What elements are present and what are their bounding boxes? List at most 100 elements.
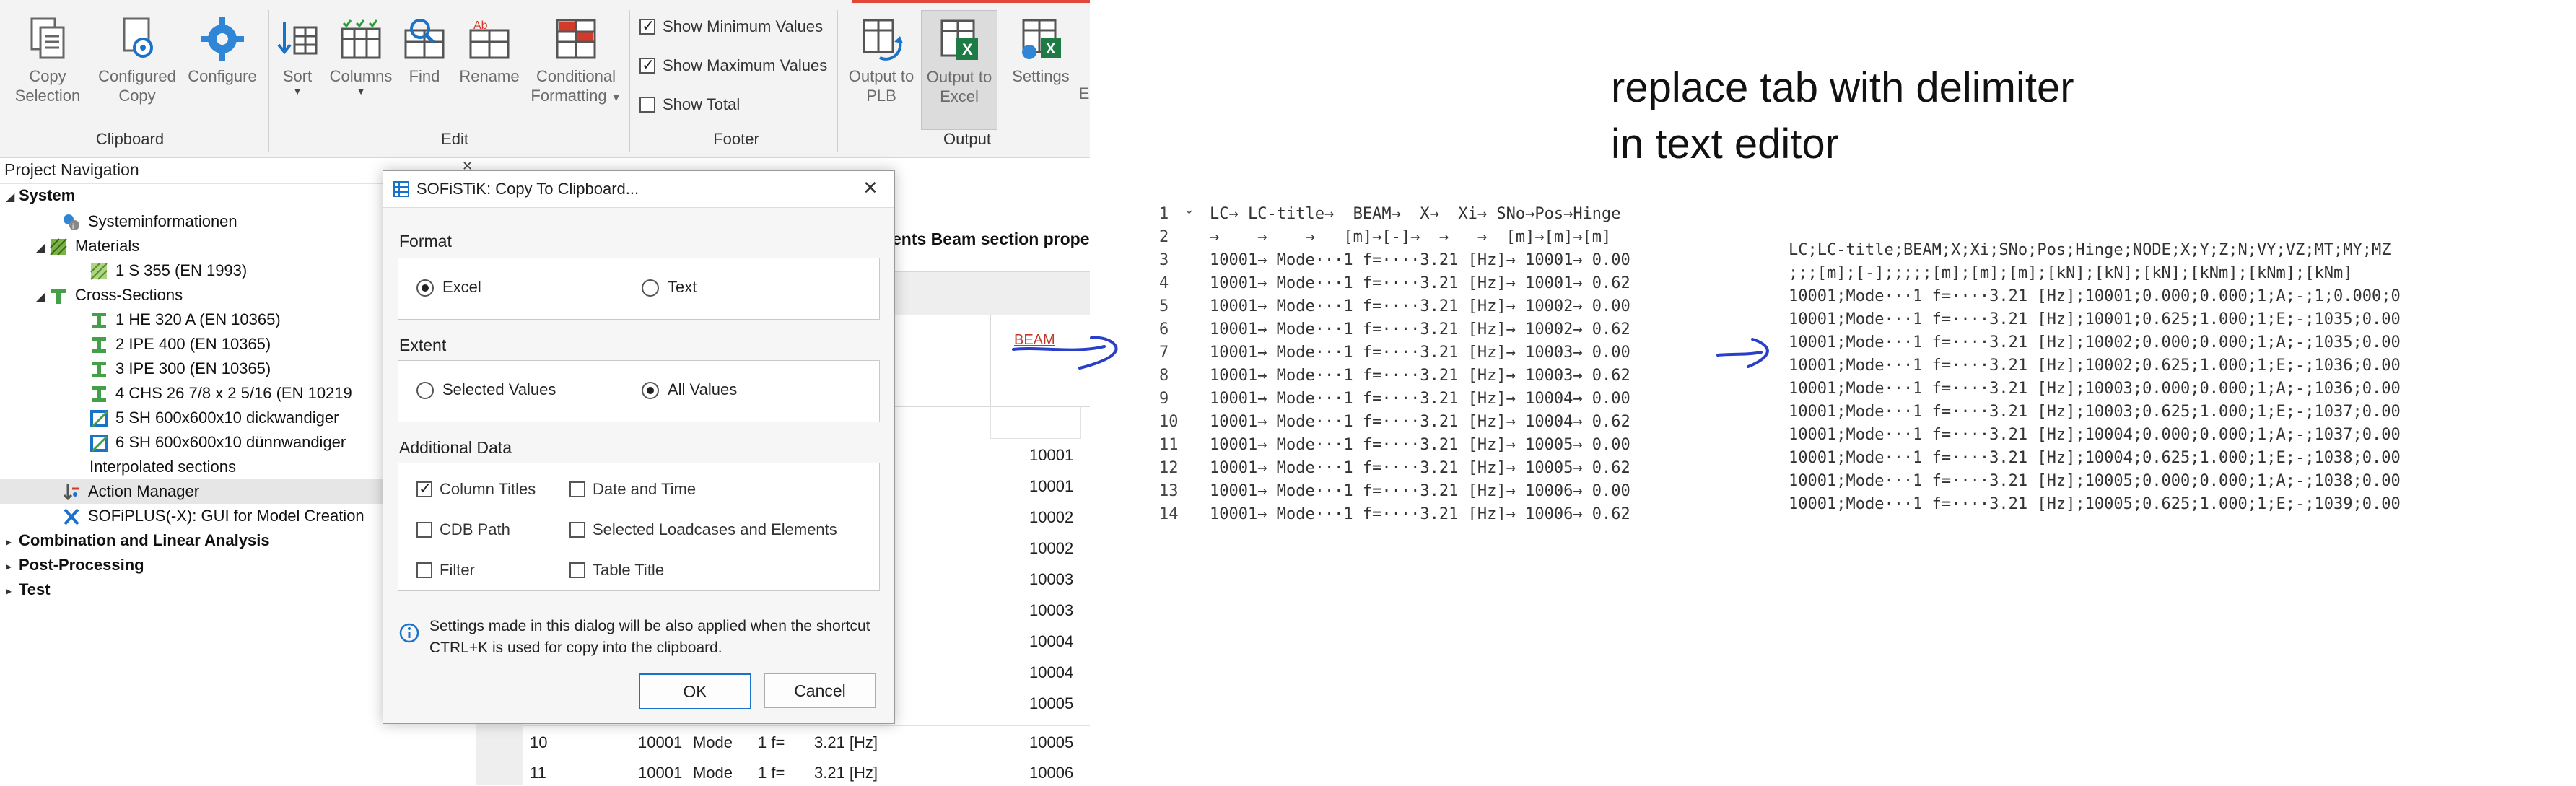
- checkbox-checked-icon: [639, 56, 655, 74]
- output-to-plb-button[interactable]: Output to PLB: [842, 16, 921, 105]
- sort-button[interactable]: Sort ▼: [268, 16, 326, 96]
- editor-line: 10001→ Mode···1 f=····3.21 [Hz]→ 10006→ …: [1210, 482, 1630, 500]
- extent-all-label: All Values: [668, 380, 738, 398]
- tree-label: 1 HE 320 A (EN 10365): [115, 310, 281, 328]
- radio-unselected-icon: [416, 382, 434, 400]
- more-output-button[interactable]: E: [1078, 84, 1090, 103]
- edit-group-label: Edit: [441, 130, 468, 148]
- configure-button[interactable]: Configure: [186, 16, 258, 86]
- table-row[interactable]: 10 10001 Mode 1 f= 3.21 [Hz] 10005: [523, 725, 1090, 756]
- format-text-radio[interactable]: Text: [642, 278, 697, 297]
- tree-label: Systeminformationen: [88, 212, 237, 230]
- i-beam-icon: [92, 337, 106, 354]
- copy-selection-button[interactable]: Copy Selection: [13, 16, 82, 105]
- editor-line: 10001;Mode···1 f=····3.21 [Hz];10004;0.0…: [1789, 426, 2401, 444]
- tree-label: 4 CHS 26 7/8 x 2 5/16 (EN 10219: [115, 384, 352, 402]
- tree-item-materials[interactable]: ◢ Materials: [36, 234, 139, 258]
- tree-item-interpolated-sections[interactable]: Interpolated sections: [89, 455, 236, 479]
- columns-button[interactable]: Columns ▼: [326, 16, 396, 96]
- conditional-formatting-button[interactable]: Conditional Formatting ▼: [525, 16, 626, 108]
- close-icon[interactable]: ✕: [863, 177, 878, 199]
- tree-item-section-6[interactable]: 6 SH 600x600x10 dünnwandiger: [89, 430, 346, 455]
- find-button[interactable]: Find: [396, 16, 453, 86]
- tree-label: Interpolated sections: [89, 458, 237, 476]
- sofiplus-x-icon: [64, 508, 79, 525]
- table-row[interactable]: 11 10001 Mode 1 f= 3.21 [Hz] 10006: [523, 756, 1090, 786]
- line-number: 12: [1159, 459, 1179, 477]
- tree-item-post-processing[interactable]: ▸ Post-Processing: [6, 553, 144, 577]
- tree-item-section-5[interactable]: 5 SH 600x600x10 dickwandiger: [89, 406, 339, 430]
- tree-item-test[interactable]: ▸ Test: [6, 577, 51, 602]
- format-excel-radio[interactable]: Excel: [416, 278, 481, 297]
- line-number: 7: [1159, 344, 1169, 362]
- svg-text:X: X: [962, 40, 973, 58]
- tree-item-system[interactable]: ◢ System: [6, 183, 75, 208]
- tree-item-section-1[interactable]: 1 HE 320 A (EN 10365): [89, 307, 281, 332]
- line-number: 2: [1159, 228, 1169, 246]
- tree-item-systeminformationen[interactable]: i Systeminformationen: [62, 209, 237, 234]
- editor-line: 10001→ Mode···1 f=····3.21 [Hz]→ 10004→ …: [1210, 413, 1630, 431]
- line-number: 4: [1159, 274, 1169, 292]
- extent-all-radio[interactable]: All Values: [642, 380, 738, 400]
- find-label: Find: [409, 67, 440, 85]
- radio-selected-icon: [416, 279, 434, 297]
- rename-button[interactable]: Ab Rename: [453, 16, 525, 86]
- tree-label: 3 IPE 300 (EN 10365): [115, 359, 271, 377]
- show-minimum-values-label: Show Minimum Values: [663, 17, 824, 35]
- editor-line: LC→ LC-title→ BEAM→ X→ Xi→ SNo→Pos→Hinge: [1210, 205, 1621, 223]
- tree-item-combination[interactable]: ▸ Combination and Linear Analysis: [6, 528, 270, 553]
- extent-selected-radio[interactable]: Selected Values: [416, 380, 556, 400]
- tree-item-section-4[interactable]: 4 CHS 26 7/8 x 2 5/16 (EN 10219: [89, 381, 352, 406]
- tree-label: SOFiPLUS(-X): GUI for Model Creation: [88, 507, 364, 525]
- show-maximum-values-checkbox[interactable]: Show Maximum Values: [639, 56, 827, 75]
- info-gear-icon: i: [64, 214, 79, 231]
- lc-cell: 10001: [638, 764, 683, 782]
- format-excel-label: Excel: [442, 278, 481, 296]
- tree-item-cross-sections[interactable]: ◢ Cross-Sections: [36, 283, 183, 307]
- output-plb-icon: [863, 19, 903, 61]
- row-number: 10: [530, 733, 548, 751]
- info-text: Settings made in this dialog will be als…: [429, 618, 870, 656]
- editor-line: → → → [m]→[-]→ → → [m]→[m]→[m]: [1210, 228, 1612, 246]
- show-total-checkbox[interactable]: Show Total: [639, 95, 740, 114]
- tree-item-section-3[interactable]: 3 IPE 300 (EN 10365): [89, 357, 271, 381]
- editor-line: 10001→ Mode···1 f=····3.21 [Hz]→ 10002→ …: [1210, 320, 1630, 339]
- tree-item-section-2[interactable]: 2 IPE 400 (EN 10365): [89, 332, 271, 357]
- ok-button[interactable]: OK: [639, 673, 751, 709]
- fold-chevron-icon[interactable]: ⌄: [1184, 202, 1195, 217]
- date-time-checkbox[interactable]: Date and Time: [569, 480, 696, 499]
- line-number: 9: [1159, 390, 1169, 408]
- radio-selected-icon: [642, 382, 659, 400]
- mode-cell: 1 f=: [758, 764, 785, 782]
- filter-checkbox[interactable]: Filter: [416, 561, 475, 580]
- editor-line: 10001→ Mode···1 f=····3.21 [Hz]→ 10005→ …: [1210, 459, 1630, 477]
- table-title: ents Beam section prope: [892, 230, 1090, 248]
- settings-button[interactable]: X Settings: [1005, 16, 1077, 86]
- table-grid-icon: [393, 181, 409, 197]
- checkbox-unchecked-icon: [639, 97, 655, 113]
- sort-label: Sort: [282, 67, 313, 85]
- selected-loadcases-checkbox[interactable]: Selected Loadcases and Elements: [569, 520, 837, 539]
- tree-item-action-manager[interactable]: Action Manager: [0, 479, 383, 504]
- output-to-excel-button[interactable]: X Output to Excel: [921, 10, 997, 130]
- collapsed-arrow-icon: ▸: [6, 585, 12, 598]
- tree-item-material-1[interactable]: 1 S 355 (EN 1993): [89, 258, 247, 283]
- editor-line: 10001;Mode···1 f=····3.21 [Hz];10002;0.0…: [1789, 333, 2401, 351]
- show-minimum-values-checkbox[interactable]: Show Minimum Values: [639, 17, 823, 36]
- editor-line: 10001;Mode···1 f=····3.21 [Hz];10001;0.6…: [1789, 310, 2401, 328]
- table-title-checkbox[interactable]: Table Title: [569, 561, 664, 580]
- column-titles-checkbox[interactable]: Column Titles: [416, 479, 536, 499]
- group-separator: [629, 10, 630, 152]
- line-number: 14: [1159, 505, 1179, 520]
- configured-copy-button[interactable]: Configured Copy: [94, 16, 180, 105]
- tree-item-sofiplus[interactable]: SOFiPLUS(-X): GUI for Model Creation: [62, 504, 364, 528]
- columns-icon: [341, 19, 381, 59]
- copy-document-icon: [30, 17, 65, 59]
- dialog-titlebar: SOFiSTiK: Copy To Clipboard... ✕: [383, 171, 894, 208]
- beam-filter-cell[interactable]: [990, 406, 1081, 439]
- frequency-cell: 3.21 [Hz]: [814, 764, 878, 782]
- beam-cell: 10001: [1029, 477, 1074, 495]
- format-section-label: Format: [399, 232, 452, 250]
- cancel-button[interactable]: Cancel: [764, 673, 876, 708]
- cdb-path-checkbox[interactable]: CDB Path: [416, 520, 510, 539]
